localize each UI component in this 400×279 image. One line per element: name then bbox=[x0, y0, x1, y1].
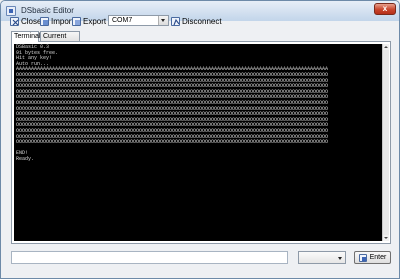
close-label: Close bbox=[21, 16, 42, 26]
scroll-down-icon[interactable] bbox=[383, 235, 389, 241]
export-icon bbox=[72, 16, 81, 26]
enter-icon bbox=[358, 253, 367, 262]
import-button[interactable]: Import bbox=[40, 15, 74, 27]
enter-button[interactable]: Enter bbox=[354, 251, 391, 264]
enter-label: Enter bbox=[369, 254, 387, 261]
disconnect-label: Disconnect bbox=[182, 16, 222, 26]
close-button[interactable]: Close bbox=[10, 15, 41, 27]
port-select[interactable]: COM7 bbox=[108, 15, 169, 26]
terminal-line: OOOOOOOOOOOOOOOOOOOOOOOOOOOOOOOOOOOOOOOO… bbox=[16, 139, 329, 146]
terminal-panel: DSBasic 0.3 91 bytes free. Hit any key! Aut… bbox=[11, 41, 391, 244]
tab-terminal[interactable]: Terminal bbox=[11, 31, 40, 42]
port-value: COM7 bbox=[112, 17, 133, 24]
history-select[interactable] bbox=[298, 251, 346, 264]
import-label: Import bbox=[51, 16, 74, 26]
disconnect-button[interactable]: Disconnect bbox=[171, 15, 222, 27]
tab-current-code[interactable]: Current Code bbox=[40, 31, 80, 49]
close-icon bbox=[10, 16, 19, 26]
export-button[interactable]: Export bbox=[72, 15, 106, 27]
terminal-scrollbar[interactable] bbox=[382, 44, 389, 241]
toolbar: Close Import Export COM7 Disconnect bbox=[1, 13, 399, 29]
app-window: DSbasic Editor x Close Import Export COM… bbox=[0, 0, 400, 279]
import-icon bbox=[40, 16, 49, 26]
chevron-down-icon[interactable] bbox=[158, 16, 168, 25]
terminal-line: Ready. bbox=[16, 155, 35, 162]
command-input[interactable] bbox=[11, 251, 288, 264]
terminal-output[interactable]: DSBasic 0.3 91 bytes free. Hit any key! Aut… bbox=[14, 44, 382, 241]
scroll-up-icon[interactable] bbox=[383, 44, 389, 50]
disconnect-icon bbox=[171, 16, 180, 26]
export-label: Export bbox=[83, 16, 107, 26]
